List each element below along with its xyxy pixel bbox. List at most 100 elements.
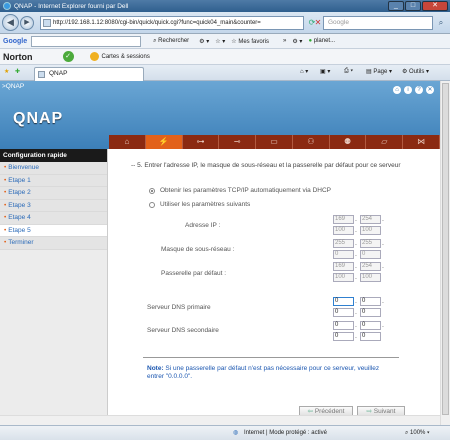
mask-octet-2[interactable]: 255 <box>360 239 381 248</box>
favorites-button[interactable]: ☆ Mes favoris <box>231 38 269 45</box>
close-window-button[interactable]: ✕ <box>422 1 448 11</box>
nav-connection-icon[interactable]: ⊸ <box>219 135 257 149</box>
security-zone[interactable]: Internet | Mode protégé : activé <box>244 426 327 440</box>
sidebar-item-etape-1[interactable]: • Etape 1 <box>0 174 107 187</box>
bookmark-button[interactable]: ☆ ▾ <box>215 38 225 45</box>
cards-sessions-button[interactable]: Cartes & sessions <box>89 52 150 61</box>
mask-octet-4[interactable]: 0 <box>360 250 381 259</box>
feeds-icon[interactable]: ▣ ▾ <box>320 68 330 75</box>
dns-primary-octet-1[interactable]: 0 <box>333 297 354 306</box>
sidebar: Configuration rapide • Bienvenue • Etape 1… <box>0 149 108 415</box>
home-icon[interactable]: ⌂ ▾ <box>300 68 308 75</box>
settings-icon[interactable]: ⚙ ▾ <box>292 38 302 45</box>
minimize-button[interactable]: _ <box>388 1 404 11</box>
nav-storage-icon[interactable]: ▭ <box>256 135 293 149</box>
header-home-icon[interactable]: ⌂ <box>393 86 401 94</box>
dns-primary-octet-3[interactable]: 0 <box>333 308 354 317</box>
globe-icon: ◍ <box>233 430 239 436</box>
sidebar-item-label: Etape 2 <box>8 189 31 196</box>
page-favicon-icon <box>43 19 51 27</box>
arrow-right-icon: ⇨ <box>366 408 372 415</box>
zoom-level[interactable]: ⌕ 100% ▾ <box>405 426 430 440</box>
planet-label: planet... <box>313 38 336 44</box>
favorites-label: Mes favoris <box>238 38 270 45</box>
cards-label: Cartes & sessions <box>101 53 150 60</box>
dns-primary-octet-2[interactable]: 0 <box>360 297 381 306</box>
overflow-chevron-icon[interactable]: » <box>283 38 286 44</box>
sidebar-item-etape-5[interactable]: • Etape 5 <box>0 224 107 237</box>
tab-qnap[interactable]: QNAP <box>34 67 144 81</box>
previous-label: Précédent <box>314 408 345 415</box>
ie-logo-icon <box>3 2 11 10</box>
dns-secondary-octet-3[interactable]: 0 <box>333 332 354 341</box>
back-button[interactable]: ◀ <box>2 14 19 31</box>
status-bar: ◍ Internet | Mode protégé : activé ⌕ 100… <box>0 425 450 440</box>
dhcp-option-label: Obtenir les paramètres TCP/IP automatiqu… <box>160 187 331 194</box>
ip-octet-1[interactable]: 169 <box>333 215 354 224</box>
forward-button[interactable]: ▶ <box>20 16 34 30</box>
dns-secondary-octet-4[interactable]: 0 <box>360 332 381 341</box>
mask-octet-1[interactable]: 255 <box>333 239 354 248</box>
nav-home-icon[interactable]: ⌂ <box>109 135 146 149</box>
google-logo: Google <box>3 37 28 45</box>
norton-status-icon[interactable]: ✓ <box>62 51 74 62</box>
note-text: Note: Si une passerelle par défaut n'est… <box>147 365 397 381</box>
qnap-nav-bar: ⌂ ⚡ ⊶ ⊸ ▭ ⚇ ⚉ ▱ ⋈ <box>109 135 441 149</box>
scroll-thumb[interactable] <box>442 83 449 415</box>
mask-label: Masque de sous-réseau : <box>161 246 235 253</box>
manual-radio[interactable] <box>149 202 155 208</box>
google-search-button[interactable]: ⌕ Rechercher <box>153 38 189 45</box>
norton-logo: Norton <box>3 51 33 62</box>
search-icon[interactable]: ⌕ <box>435 16 447 30</box>
note-body: Si une passerelle par défaut n'est pas n… <box>147 365 380 380</box>
gateway-octet-1[interactable]: 169 <box>333 262 354 271</box>
favorites-star-icon[interactable]: ★ <box>4 68 9 75</box>
url-input[interactable]: http://192.168.1.12:8080/cgi-bin/quick/q… <box>40 16 304 30</box>
gateway-octet-4[interactable]: 100 <box>360 273 381 282</box>
header-close-icon[interactable]: ✕ <box>426 86 434 94</box>
nav-group-icon[interactable]: ⚉ <box>330 135 367 149</box>
gateway-label: Passerelle par défaut : <box>161 270 227 277</box>
sidebar-item-terminer[interactable]: • Terminer <box>0 237 107 250</box>
vertical-scrollbar[interactable] <box>440 81 450 425</box>
dns-primary-octet-4[interactable]: 0 <box>360 308 381 317</box>
ip-octet-2[interactable]: 254 <box>360 215 381 224</box>
window-title-bar: QNAP - Internet Explorer fourni par Dell… <box>0 0 450 12</box>
add-favorite-icon[interactable]: ✚ <box>15 68 20 75</box>
dns-secondary-octet-1[interactable]: 0 <box>333 321 354 330</box>
sidebar-item-bienvenue[interactable]: • Bienvenue <box>0 162 107 175</box>
dns-primary-label: Serveur DNS primaire <box>147 304 211 311</box>
ip-label: Adresse IP : <box>185 222 221 229</box>
dns-secondary-octet-2[interactable]: 0 <box>360 321 381 330</box>
nav-device-icon[interactable]: ⊶ <box>183 135 220 149</box>
tools-menu[interactable]: ⚙ Outils ▾ <box>402 68 429 75</box>
nav-network-icon[interactable]: ⚡ <box>145 135 183 149</box>
page-menu[interactable]: ▤ Page ▾ <box>366 68 392 75</box>
gateway-octet-3[interactable]: 100 <box>333 273 354 282</box>
horizontal-scrollbar[interactable] <box>0 415 440 425</box>
planet-button[interactable]: ● planet... <box>308 38 335 44</box>
google-search-input[interactable] <box>31 35 142 47</box>
ip-octet-3[interactable]: 100 <box>333 226 354 235</box>
toolbar-tools-icon[interactable]: ⚙ ▾ <box>199 38 209 45</box>
gateway-octet-2[interactable]: 254 <box>360 262 381 271</box>
google-toolbar: Google ⌕ Rechercher ⚙ ▾ ☆ ▾ ☆ Mes favori… <box>0 34 450 49</box>
sidebar-item-etape-3[interactable]: • Etape 3 <box>0 199 107 212</box>
sidebar-item-label: Etape 1 <box>8 176 31 184</box>
maximize-button[interactable]: □ <box>405 1 421 11</box>
web-search-input[interactable]: Google <box>323 16 433 30</box>
ip-octet-4[interactable]: 100 <box>360 226 381 235</box>
nav-user-icon[interactable]: ⚇ <box>293 135 330 149</box>
nav-folder-icon[interactable]: ▱ <box>366 135 404 149</box>
divider <box>143 357 399 358</box>
norton-toolbar: Norton ✓ Cartes & sessions <box>0 49 450 65</box>
sidebar-item-etape-2[interactable]: • Etape 2 <box>0 187 107 200</box>
nav-share-icon[interactable]: ⋈ <box>403 135 441 149</box>
sidebar-item-etape-4[interactable]: • Etape 4 <box>0 212 107 225</box>
header-help-icon[interactable]: ? <box>415 86 423 94</box>
print-icon[interactable]: ⎙ ▾ <box>344 68 353 75</box>
header-info-icon[interactable]: i <box>404 86 412 94</box>
dhcp-radio[interactable] <box>149 188 155 194</box>
url-text: http://192.168.1.12:8080/cgi-bin/quick/q… <box>53 20 261 26</box>
mask-octet-3[interactable]: 0 <box>333 250 354 259</box>
